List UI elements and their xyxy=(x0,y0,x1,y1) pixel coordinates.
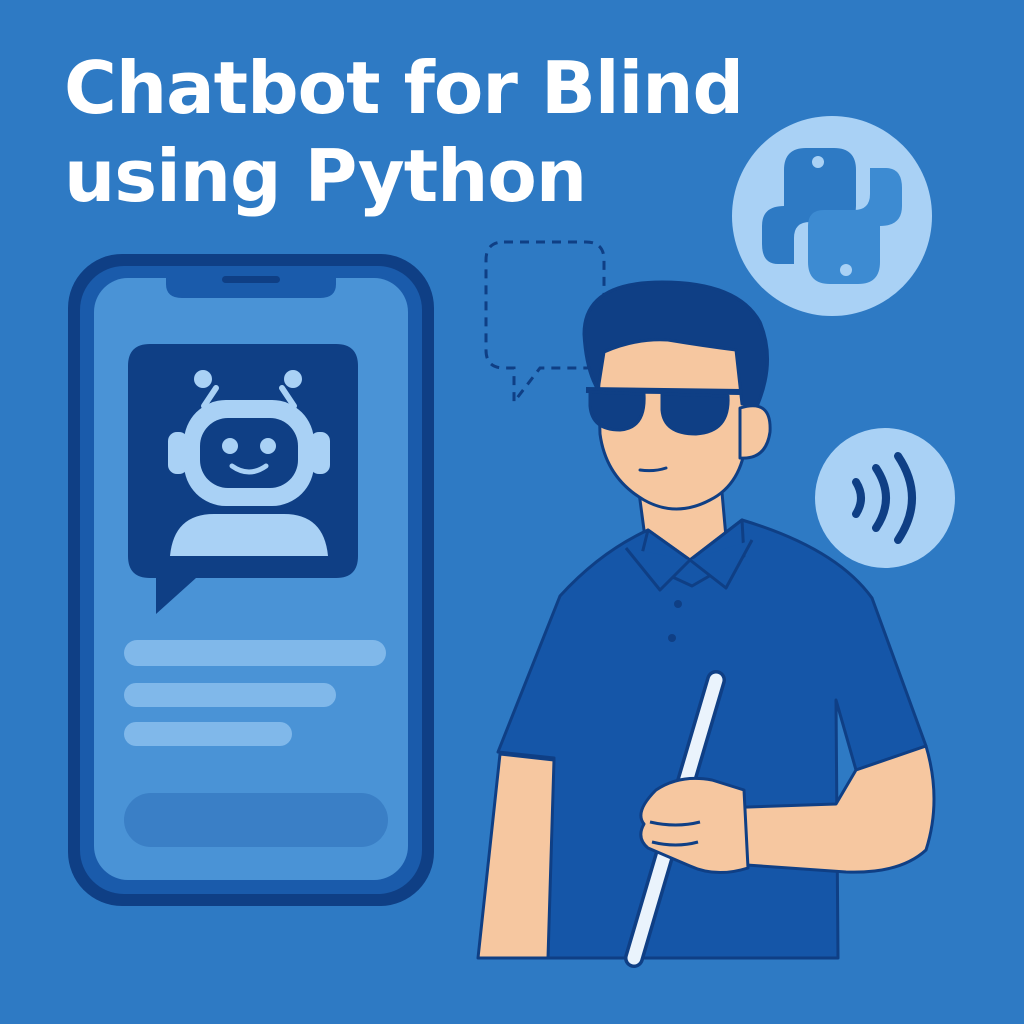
text-line xyxy=(124,722,292,746)
python-logo-icon xyxy=(732,116,932,316)
text-line xyxy=(124,640,386,666)
robot-chat-bubble xyxy=(128,344,358,614)
illustration xyxy=(68,116,955,968)
message-input-bar xyxy=(124,793,388,847)
phone-icon xyxy=(68,254,434,906)
sound-wave-icon xyxy=(815,428,955,568)
text-line xyxy=(124,683,336,707)
poster: Chatbot for Blind using Python xyxy=(0,0,1024,1024)
